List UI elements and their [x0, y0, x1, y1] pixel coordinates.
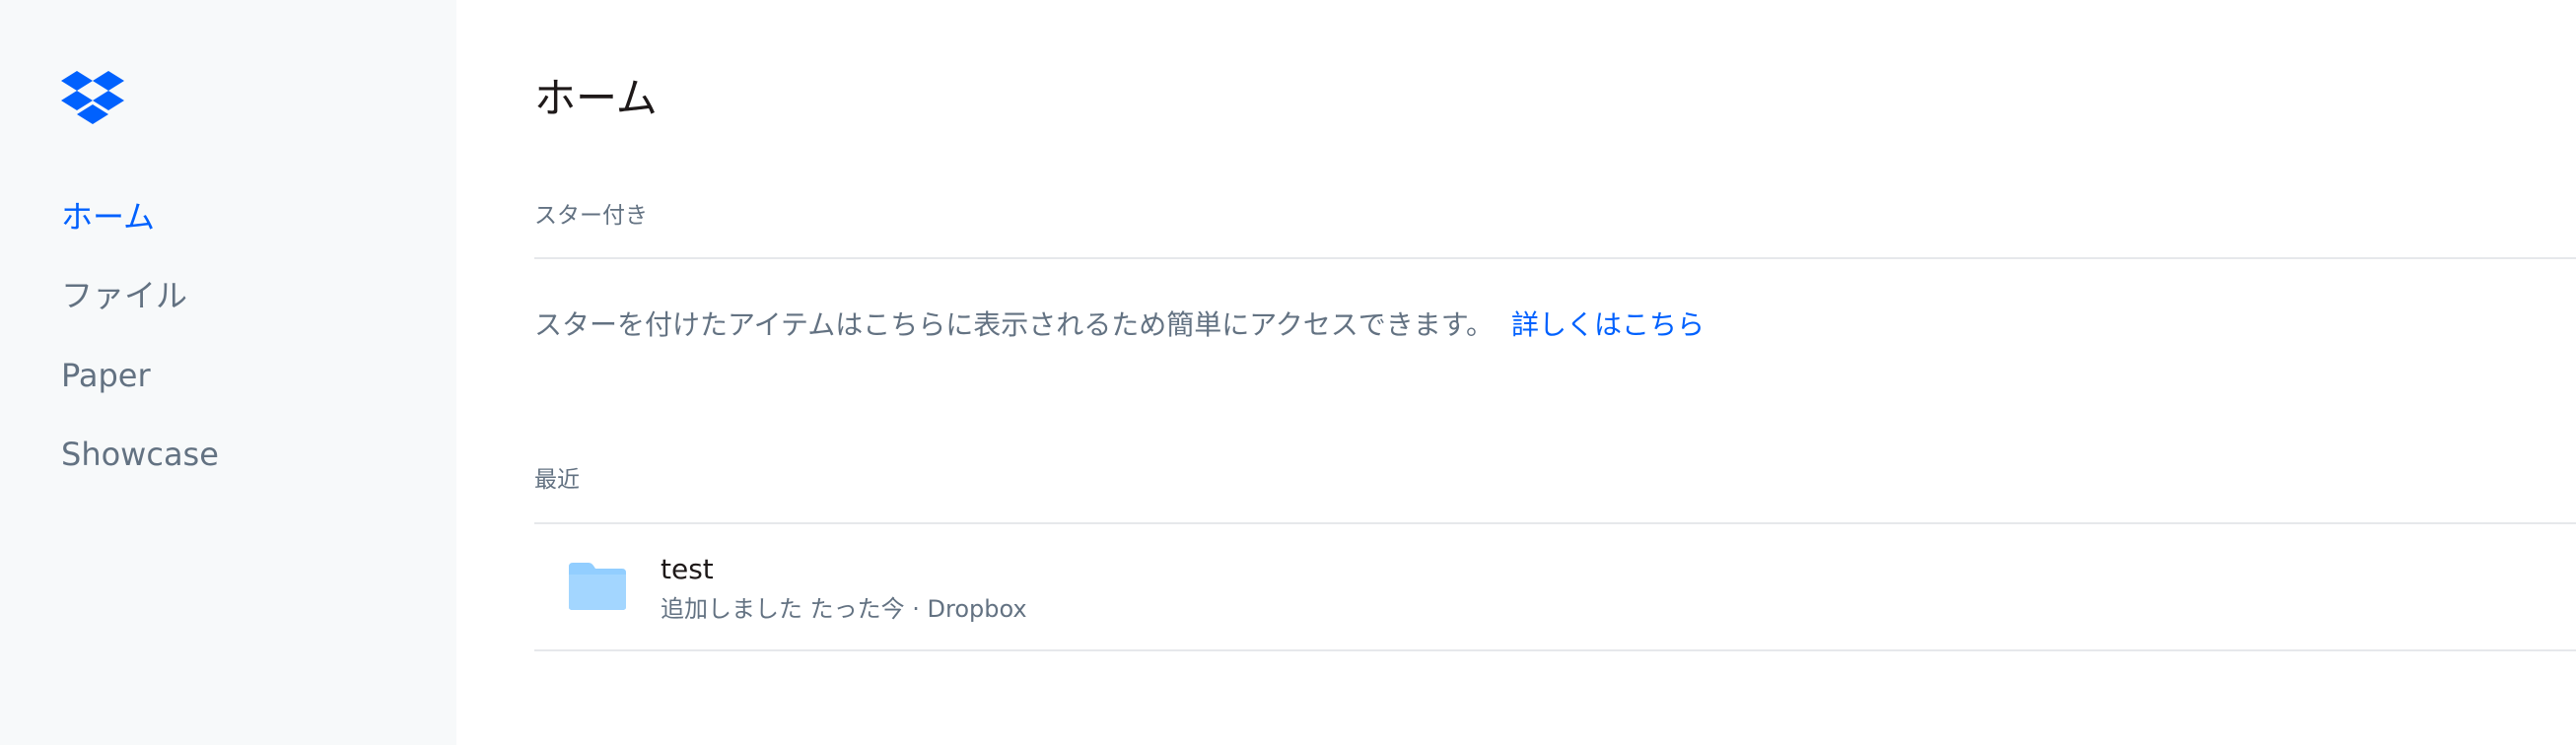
page-title: ホーム	[534, 74, 658, 122]
app-window: ホーム ファイル Paper Showcase ホーム スター付き スターを付け…	[0, 0, 2576, 745]
starred-section-label: スター付き	[534, 203, 648, 229]
file-meta: 追加しました たった今 · Dropbox	[661, 595, 1027, 623]
sidebar-item-files[interactable]: ファイル	[61, 276, 187, 315]
recent-section-label: 最近	[534, 467, 580, 493]
folder-icon	[569, 563, 626, 610]
sidebar-item-home[interactable]: ホーム	[61, 197, 155, 237]
recent-bottom-divider	[534, 649, 2576, 651]
starred-empty-text: スターを付けたアイテムはこちらに表示されるため簡単にアクセスできます。	[534, 308, 1495, 341]
sidebar-item-showcase[interactable]: Showcase	[61, 435, 219, 474]
sidebar-item-paper[interactable]: Paper	[61, 356, 151, 395]
starred-empty-message: スターを付けたアイテムはこちらに表示されるため簡単にアクセスできます。 詳しくはこ…	[534, 307, 1705, 343]
sidebar: ホーム ファイル Paper Showcase	[0, 0, 456, 745]
main-content: ホーム スター付き スターを付けたアイテムはこちらに表示されるため簡単にアクセス…	[456, 0, 2576, 745]
file-name[interactable]: test	[661, 552, 714, 587]
learn-more-link[interactable]: 詳しくはこちら	[1511, 308, 1705, 341]
recent-file-row[interactable]: test 追加しました たった今 · Dropbox	[534, 524, 2576, 650]
dropbox-logo-icon[interactable]	[61, 71, 124, 126]
starred-divider	[534, 257, 2576, 259]
